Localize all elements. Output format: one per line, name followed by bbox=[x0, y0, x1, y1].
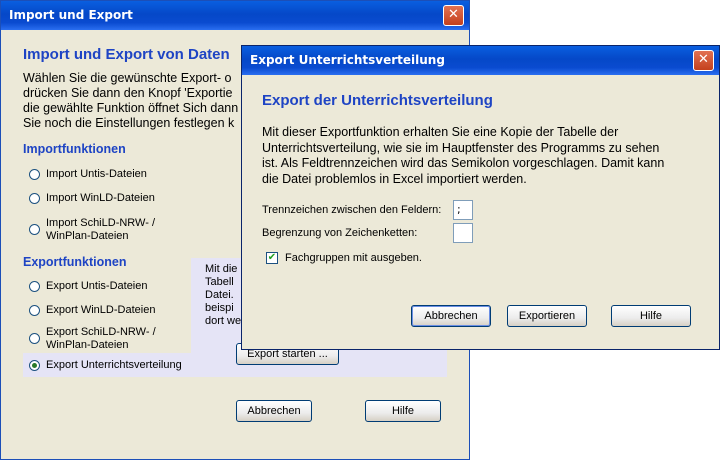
main-help-button[interactable]: Hilfe bbox=[365, 400, 441, 422]
separator-input[interactable]: ; bbox=[453, 200, 473, 220]
delimiter-input[interactable] bbox=[453, 223, 473, 243]
export-heading: Export der Unterrichtsverteilung bbox=[262, 92, 493, 109]
import-heading: Importfunktionen bbox=[23, 142, 126, 156]
main-intro-text: Wählen Sie die gewünschte Export- o drüc… bbox=[23, 71, 238, 131]
radio-label: Export Untis-Dateien bbox=[46, 280, 148, 292]
radio-dot[interactable] bbox=[29, 333, 40, 344]
description-line: Mit dieser Exportfunktion erhalten Sie e… bbox=[262, 125, 619, 139]
panel-text: Mit die Tabell Datei. beispi dort we bbox=[205, 263, 241, 328]
radio-import-winld[interactable]: Import WinLD-Dateien bbox=[29, 192, 155, 205]
radio-label: Import Untis-Dateien bbox=[46, 168, 147, 180]
description-line: ist. Als Feldtrennzeichen wird das Semik… bbox=[262, 156, 665, 170]
main-window-title: Import und Export bbox=[9, 8, 133, 22]
intro-line: Wählen Sie die gewünschte Export- o bbox=[23, 71, 232, 85]
intro-line: die gewählte Funktion öffnet Sich dann bbox=[23, 101, 239, 115]
main-heading: Import und Export von Daten bbox=[23, 46, 230, 63]
radio-import-schild[interactable]: Import SchiLD-NRW- / WinPlan-Dateien bbox=[29, 217, 155, 243]
radio-dot[interactable] bbox=[29, 305, 40, 316]
radio-dot[interactable] bbox=[29, 224, 40, 235]
radio-export-winld[interactable]: Export WinLD-Dateien bbox=[29, 304, 155, 317]
radio-dot-selected[interactable] bbox=[29, 360, 40, 371]
radio-dot[interactable] bbox=[29, 169, 40, 180]
panel-line: Tabell bbox=[205, 276, 234, 288]
panel-line: Mit die bbox=[205, 263, 238, 275]
panel-line: dort we bbox=[205, 315, 242, 327]
intro-line: drücken Sie dann den Knopf 'Exportie bbox=[23, 86, 233, 100]
checkmark-icon: ✔ bbox=[267, 252, 277, 263]
radio-dot[interactable] bbox=[29, 193, 40, 204]
fachgruppen-checkbox[interactable]: ✔ bbox=[266, 252, 278, 264]
radio-label: Import WinLD-Dateien bbox=[46, 192, 155, 204]
main-cancel-button[interactable]: Abbrechen bbox=[236, 400, 312, 422]
radio-import-untis[interactable]: Import Untis-Dateien bbox=[29, 168, 147, 181]
main-title-bar[interactable]: Import und Export ✕ bbox=[1, 1, 469, 30]
export-help-button[interactable]: Hilfe bbox=[611, 305, 691, 327]
radio-label: Export SchiLD-NRW- / bbox=[46, 326, 156, 338]
fachgruppen-label[interactable]: Fachgruppen mit ausgeben. bbox=[285, 252, 422, 265]
radio-label: Export Unterrichtsverteilung bbox=[46, 359, 182, 371]
export-close-button[interactable]: ✕ bbox=[693, 50, 714, 71]
export-description: Mit dieser Exportfunktion erhalten Sie e… bbox=[262, 125, 664, 187]
close-icon: ✕ bbox=[448, 7, 459, 22]
radio-export-unterrichtsverteilung[interactable]: Export Unterrichtsverteilung bbox=[29, 359, 182, 372]
separator-label: Trennzeichen zwischen den Feldern: bbox=[262, 204, 442, 216]
radio-export-untis[interactable]: Export Untis-Dateien bbox=[29, 280, 148, 293]
radio-label: Export WinLD-Dateien bbox=[46, 304, 156, 316]
radio-dot[interactable] bbox=[29, 281, 40, 292]
export-title-bar[interactable]: Export Unterrichtsverteilung ✕ bbox=[242, 46, 719, 75]
description-line: die Datei problemlos in Excel importiert… bbox=[262, 171, 527, 186]
export-dialog-title: Export Unterrichtsverteilung bbox=[250, 53, 445, 67]
export-cancel-button[interactable]: Abbrechen bbox=[411, 305, 491, 327]
close-icon: ✕ bbox=[698, 52, 709, 67]
radio-label: WinPlan-Dateien bbox=[46, 230, 129, 242]
export-heading: Exportfunktionen bbox=[23, 255, 127, 269]
panel-line: Datei. bbox=[205, 289, 234, 301]
intro-line: Sie noch die Einstellungen festlegen k bbox=[23, 116, 235, 130]
export-dialog: Export Unterrichtsverteilung ✕ Export de… bbox=[241, 45, 720, 350]
delimiter-label: Begrenzung von Zeichenketten: bbox=[262, 227, 418, 239]
exportieren-button[interactable]: Exportieren bbox=[507, 305, 587, 327]
panel-line: beispi bbox=[205, 302, 234, 314]
main-close-button[interactable]: ✕ bbox=[443, 5, 464, 26]
radio-label: Import SchiLD-NRW- / bbox=[46, 217, 156, 229]
description-line: Unterrichtsverteilung, wie sie im Hauptf… bbox=[262, 140, 660, 155]
radio-export-schild[interactable]: Export SchiLD-NRW- / WinPlan-Dateien bbox=[29, 326, 156, 352]
radio-label: WinPlan-Dateien bbox=[46, 339, 129, 351]
